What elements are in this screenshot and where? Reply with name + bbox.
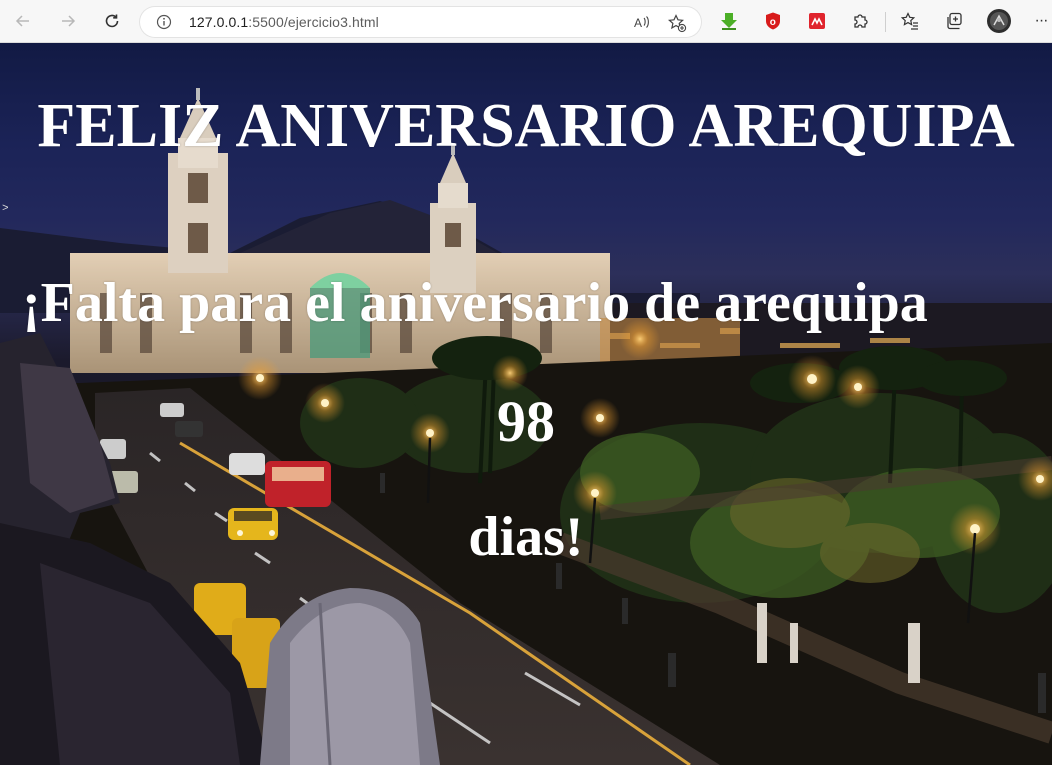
arrow-right-icon — [62, 15, 76, 27]
days-count: 98 — [497, 389, 555, 454]
read-aloud-icon[interactable]: A — [633, 13, 651, 31]
avatar — [987, 9, 1011, 33]
collections-button[interactable] — [941, 8, 967, 34]
download-extension-button[interactable] — [716, 8, 742, 34]
page-title: FELIZ ANIVERSARIO AREQUIPA — [37, 92, 1015, 160]
stray-marker: > — [2, 203, 9, 215]
puzzle-icon — [854, 14, 868, 28]
days-label: dias! — [468, 506, 584, 568]
red-extension-button[interactable] — [804, 8, 830, 34]
profile-button[interactable] — [986, 8, 1012, 34]
forward-button[interactable] — [55, 8, 81, 34]
favorites-button[interactable] — [897, 8, 923, 34]
refresh-button[interactable] — [99, 8, 125, 34]
collections-icon — [947, 12, 962, 30]
url-text[interactable]: 127.0.0.1:5500/ejercicio3.html — [189, 14, 379, 30]
page-viewport: > FELIZ ANIVERSARIO AREQUIPA ¡Falta para… — [0, 43, 1052, 765]
more-menu-button[interactable]: ··· — [1030, 8, 1052, 34]
ublock-extension-button[interactable]: o — [760, 8, 786, 34]
back-button[interactable] — [10, 8, 36, 34]
browser-toolbar: 127.0.0.1:5500/ejercicio3.html A o ··· — [0, 0, 1052, 43]
star-list-icon — [900, 12, 918, 30]
star-plus-icon[interactable] — [667, 13, 687, 33]
svg-text:A: A — [634, 16, 642, 30]
url-host: 127.0.0.1 — [189, 14, 249, 30]
address-bar[interactable]: 127.0.0.1:5500/ejercicio3.html A — [140, 7, 701, 37]
arrow-left-icon — [15, 15, 29, 27]
extensions-button[interactable] — [848, 8, 874, 34]
svg-text:o: o — [770, 17, 776, 28]
url-path: :5500/ejercicio3.html — [248, 14, 379, 30]
red-square-extension-icon — [809, 13, 825, 29]
refresh-icon — [105, 14, 119, 28]
toolbar-separator — [885, 12, 886, 32]
countdown-subtitle: ¡Falta para el aniversario de arequipa — [22, 272, 928, 334]
info-icon[interactable] — [156, 14, 172, 30]
red-shield-extension-icon: o — [766, 12, 780, 30]
green-download-extension-icon — [721, 13, 737, 30]
